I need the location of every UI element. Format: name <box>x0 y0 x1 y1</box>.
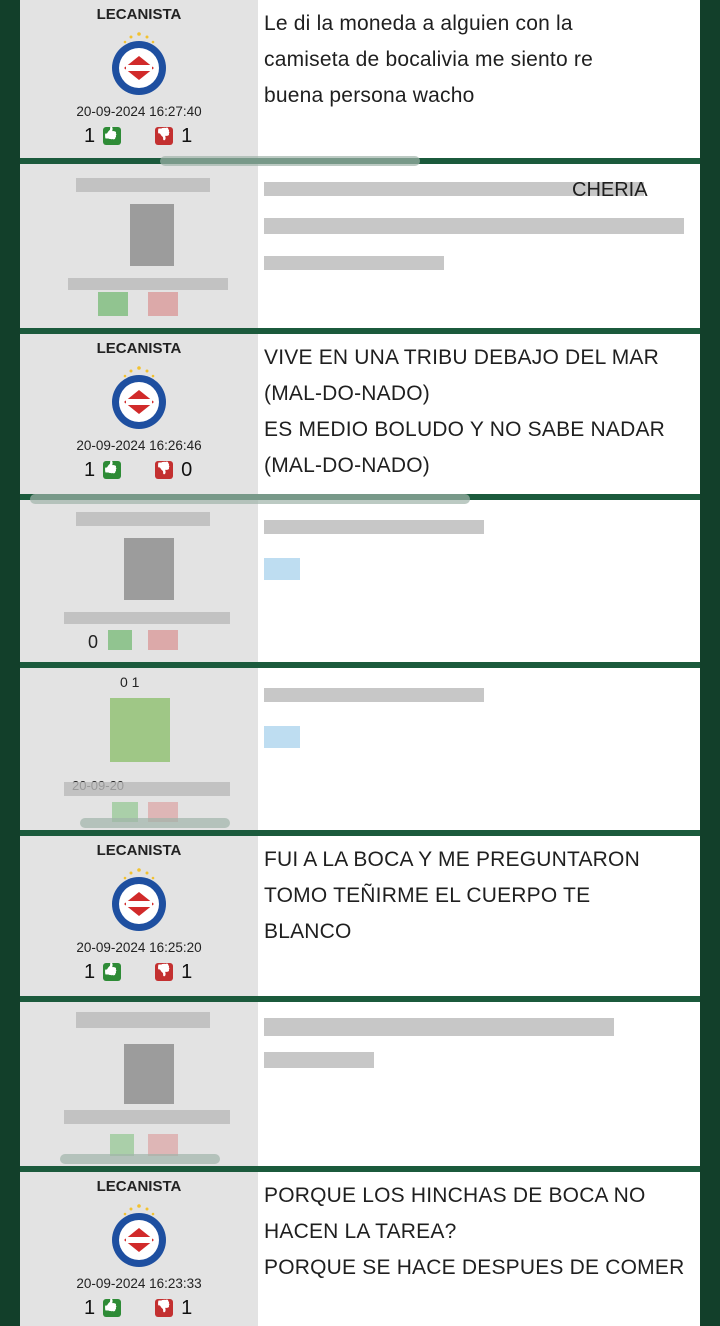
thumbs-down-icon[interactable] <box>155 1299 174 1317</box>
visible-vote-fragment: 0 <box>88 632 99 652</box>
username[interactable]: LECANISTA <box>20 6 258 23</box>
thread-container: LECANISTA 20-09-2024 16:27:40 1 1 Le di … <box>20 0 700 1326</box>
post-4: LECANISTA 20-09-2024 16:23:33 1 1 PORQUE… <box>20 1172 700 1326</box>
upvote-count: 1 <box>84 124 96 147</box>
visible-fragment: 0 1 <box>120 674 140 690</box>
upvote-count: 1 <box>84 1296 96 1319</box>
message-text: VIVE EN UNA TRIBU DEBAJO DEL MAR (MAL-DO… <box>264 346 666 477</box>
vote-bar: 1 1 <box>84 960 192 984</box>
redacted-post-d <box>20 1002 700 1166</box>
pixelated-user-info <box>20 164 258 328</box>
redacted-user-panel <box>20 164 258 328</box>
vote-bar: 1 0 <box>84 458 192 482</box>
post-timestamp: 20-09-2024 16:23:33 <box>76 1276 202 1291</box>
message-text: PORQUE LOS HINCHAS DE BOCA NO HACEN LA T… <box>264 1184 685 1279</box>
upvote-count: 1 <box>84 458 96 481</box>
thumbs-up-icon[interactable] <box>103 963 122 981</box>
thumbs-up-icon[interactable] <box>103 1299 122 1317</box>
post-2-message: VIVE EN UNA TRIBU DEBAJO DEL MAR (MAL-DO… <box>258 334 700 494</box>
post-timestamp: 20-09-2024 16:27:40 <box>76 104 202 119</box>
post-timestamp: 20-09-2024 16:25:20 <box>76 940 202 955</box>
redacted-post-b: 0 <box>20 494 700 662</box>
upvote-count: 1 <box>84 960 96 983</box>
club-crest-icon <box>112 868 166 931</box>
redacted-message <box>258 668 700 830</box>
redacted-message <box>258 1002 700 1166</box>
post-4-user-panel: LECANISTA 20-09-2024 16:23:33 1 1 <box>20 1172 258 1326</box>
smudge <box>60 1154 220 1164</box>
visible-fragment: CHERIA <box>572 179 648 201</box>
thumbs-down-icon[interactable] <box>155 461 174 479</box>
post-3-message: FUI A LA BOCA Y ME PREGUNTARON TOMO TEÑI… <box>258 836 700 996</box>
post-1-message: Le di la moneda a alguien con la camiset… <box>258 0 700 158</box>
redacted-user-panel <box>20 1002 258 1166</box>
smudge <box>160 156 420 166</box>
downvote-count: 1 <box>181 1296 193 1319</box>
club-crest-icon <box>112 366 166 429</box>
thumbs-up-icon[interactable] <box>103 461 122 479</box>
message-text: Le di la moneda a alguien con la camiset… <box>264 12 593 107</box>
redacted-user-panel: 0 <box>20 500 258 662</box>
post-1-user-panel: LECANISTA 20-09-2024 16:27:40 1 1 <box>20 0 258 158</box>
redacted-message <box>258 500 700 662</box>
downvote-count: 0 <box>181 458 193 481</box>
post-3: LECANISTA 20-09-2024 16:25:20 1 1 FUI A … <box>20 836 700 996</box>
vote-bar: 1 1 <box>84 1296 192 1320</box>
redacted-post-a: CHERIA <box>20 156 700 328</box>
message-text: FUI A LA BOCA Y ME PREGUNTARON TOMO TEÑI… <box>264 848 640 943</box>
username[interactable]: LECANISTA <box>20 1178 258 1195</box>
club-crest-icon <box>112 32 166 95</box>
smudge <box>30 494 470 504</box>
redacted-post-c: 0 1 20-09-20 <box>20 668 700 830</box>
downvote-count: 1 <box>181 960 193 983</box>
username[interactable]: LECANISTA <box>20 340 258 357</box>
downvote-count: 1 <box>181 124 193 147</box>
pixelated-user-info <box>20 1002 258 1166</box>
thumbs-down-icon[interactable] <box>155 963 174 981</box>
post-2-user-panel: LECANISTA 20-09-2024 16:26:46 1 0 <box>20 334 258 494</box>
post-4-message: PORQUE LOS HINCHAS DE BOCA NO HACEN LA T… <box>258 1172 700 1326</box>
post-timestamp: 20-09-2024 16:26:46 <box>76 438 202 453</box>
post-3-user-panel: LECANISTA 20-09-2024 16:25:20 1 1 <box>20 836 258 996</box>
redacted-user-panel: 0 1 20-09-20 <box>20 668 258 830</box>
smudge <box>80 818 230 828</box>
thumbs-down-icon[interactable] <box>155 127 174 145</box>
thumbs-up-icon[interactable] <box>103 127 122 145</box>
post-2: LECANISTA 20-09-2024 16:26:46 1 0 VIVE E… <box>20 334 700 494</box>
post-1: LECANISTA 20-09-2024 16:27:40 1 1 Le di … <box>20 0 700 158</box>
club-crest-icon <box>112 1204 166 1267</box>
redacted-message: CHERIA <box>258 164 700 328</box>
pixelated-user-info: 0 1 20-09-20 <box>20 668 258 830</box>
vote-bar: 1 1 <box>84 124 192 148</box>
username[interactable]: LECANISTA <box>20 842 258 859</box>
pixelated-user-info: 0 <box>20 500 258 662</box>
